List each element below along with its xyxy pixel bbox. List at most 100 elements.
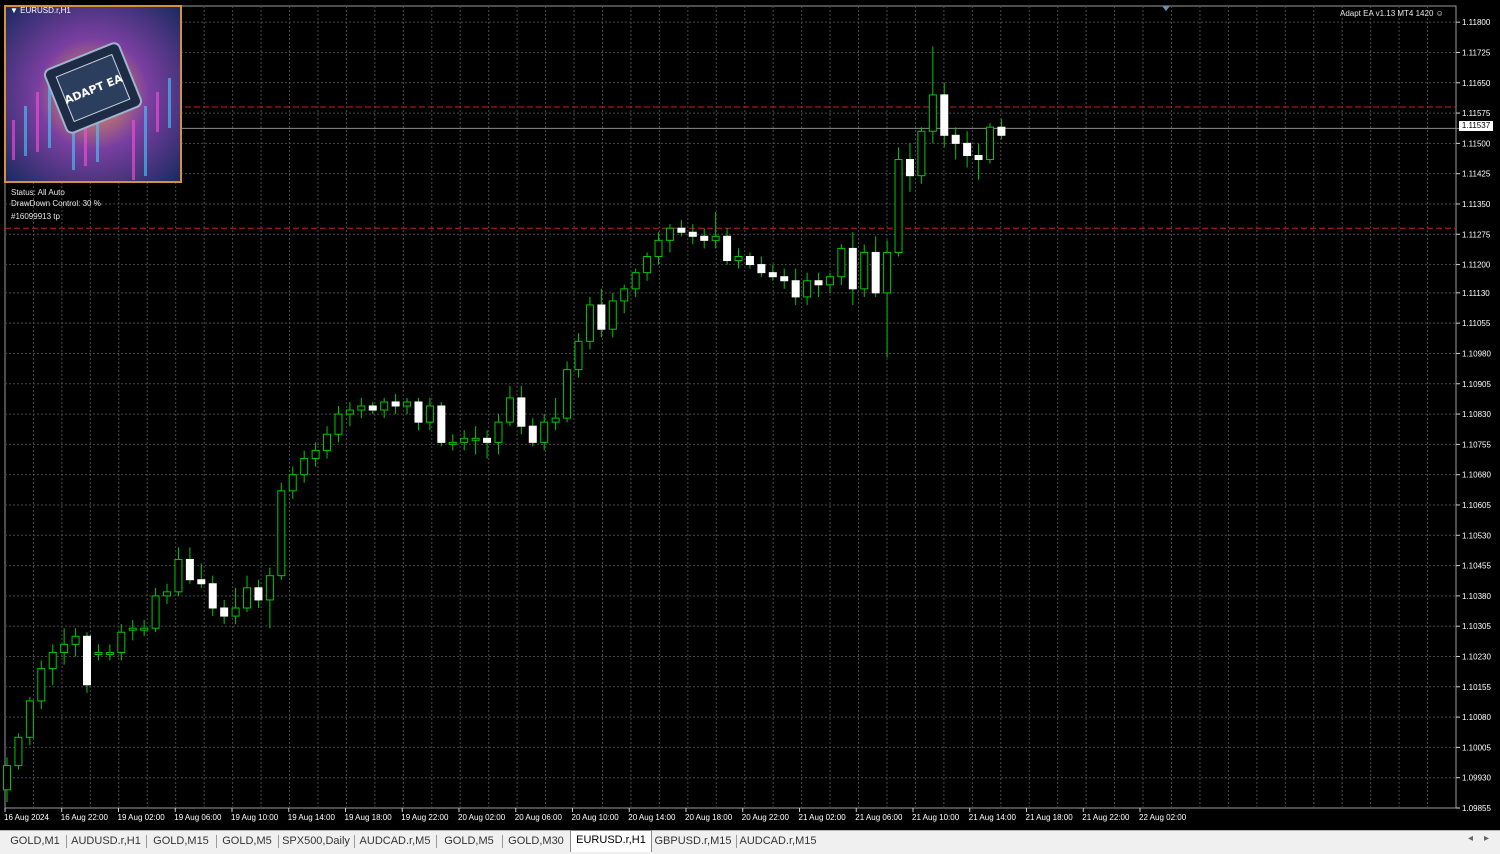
logo-circuit-bar: [12, 120, 15, 160]
candle-body: [608, 300, 617, 330]
chart-tab[interactable]: GOLD,M15: [146, 832, 216, 850]
bear-candle: [974, 143, 983, 180]
bull-candle: [654, 232, 663, 265]
price-label: 1.10680: [1462, 471, 1491, 480]
bull-candle: [608, 292, 617, 338]
candle-body: [825, 276, 834, 286]
bull-candle: [265, 567, 274, 629]
bull-candle: [403, 397, 412, 415]
chart-tab[interactable]: GOLD,M5: [436, 832, 502, 850]
bull-candle: [71, 628, 80, 657]
candle-body: [905, 159, 914, 177]
chart-tab[interactable]: AUDUSD.r,H1: [66, 832, 146, 850]
candle-body: [665, 227, 674, 241]
candle-body: [220, 607, 229, 617]
price-label: 1.10455: [1462, 562, 1491, 571]
chart-tab[interactable]: AUDCAD.r,M5: [354, 832, 436, 850]
bull-candle: [128, 620, 137, 641]
bear-candle: [997, 119, 1006, 140]
price-chart[interactable]: 1.11800 1.11725 1.11650 1.11575 1.11500 1.114…: [0, 0, 1500, 830]
candle-body: [71, 635, 80, 645]
candle-body: [174, 559, 183, 593]
candle-body: [585, 304, 594, 342]
bull-candle: [300, 450, 309, 483]
tab-scroll-right-icon[interactable]: ▸: [1484, 833, 1489, 844]
ea-label-text: Adapt EA v1.13 MT4 1420: [1340, 9, 1434, 18]
price-label: 1.10380: [1462, 592, 1491, 601]
candle-body: [368, 405, 377, 411]
drawdown-text: DrawDown Control: 30 %: [11, 199, 101, 208]
candle-body: [37, 668, 46, 702]
candle-body: [163, 591, 172, 597]
candle-body: [300, 458, 309, 476]
bull-candle: [151, 587, 160, 633]
candle-body: [505, 397, 514, 423]
bull-candle: [643, 252, 652, 281]
candle-body: [437, 405, 446, 443]
bear-candle: [848, 232, 857, 305]
price-label: 1.10230: [1462, 652, 1491, 661]
time-label: 19 Aug 14:00: [288, 813, 336, 822]
shift-marker-icon[interactable]: [1162, 6, 1170, 11]
bull-candle: [540, 414, 549, 451]
price-label: 1.11725: [1462, 48, 1491, 57]
bear-candle: [414, 397, 423, 431]
candle-body: [243, 587, 252, 609]
bull-candle: [494, 414, 503, 455]
chart-tab-bar: GOLD,M1 AUDUSD.r,H1 GOLD,M15 GOLD,M5 SPX500,…: [0, 830, 1500, 854]
time-label: 19 Aug 22:00: [401, 813, 449, 822]
candle-body: [403, 401, 412, 407]
candle-body: [780, 276, 789, 282]
candle-body: [631, 272, 640, 290]
time-label: 20 Aug 06:00: [515, 813, 563, 822]
chart-tab[interactable]: GOLD,M1: [4, 832, 66, 850]
candle-body: [140, 627, 149, 631]
chart-tab[interactable]: GOLD,M5: [216, 832, 278, 850]
tab-scroll-left-icon[interactable]: ◂: [1468, 833, 1473, 844]
bull-candle: [917, 127, 926, 184]
candle-body: [311, 449, 320, 460]
candle-body: [60, 643, 69, 653]
collapse-triangle-icon[interactable]: ▼: [10, 6, 20, 15]
candle-body: [94, 651, 103, 655]
bull-candle: [883, 240, 892, 358]
price-label: 1.09930: [1462, 774, 1491, 783]
price-label: 1.10755: [1462, 440, 1491, 449]
candle-body: [745, 255, 754, 266]
bear-candle: [768, 264, 777, 281]
bull-candle: [277, 482, 286, 580]
chart-tab[interactable]: GOLD,M30: [502, 832, 570, 850]
candle-body: [25, 700, 34, 738]
bear-candle: [437, 401, 446, 447]
chart-grid: [4, 5, 1457, 809]
time-label: 22 Aug 02:00: [1139, 813, 1187, 822]
candle-body: [803, 280, 812, 298]
candle-body: [963, 142, 972, 156]
candle-body: [734, 255, 743, 262]
logo-circuit-bar: [156, 92, 159, 132]
bull-candle: [471, 426, 480, 455]
candle-body: [540, 421, 549, 443]
price-label: 1.11055: [1462, 319, 1491, 328]
chart-tab[interactable]: AUDCAD.r,M15: [736, 832, 820, 850]
chart-tab[interactable]: EURUSD.r,H1: [570, 830, 652, 852]
candle-body: [414, 401, 423, 423]
time-label: 19 Aug 02:00: [118, 813, 166, 822]
candle-body: [83, 635, 92, 686]
price-label: 1.10980: [1462, 349, 1491, 358]
price-label: 1.11350: [1462, 200, 1491, 209]
time-label: 21 Aug 14:00: [969, 813, 1017, 822]
candle-body: [334, 413, 343, 435]
chart-window[interactable]: 1.11800 1.11725 1.11650 1.11575 1.11500 1.114…: [0, 0, 1500, 830]
chart-tab[interactable]: GBPUSD.r,M15: [650, 832, 736, 850]
chart-tab[interactable]: SPX500,Daily: [278, 832, 354, 850]
candle-body: [917, 130, 926, 177]
candle-body: [425, 405, 434, 423]
candle-body: [951, 134, 960, 144]
bull-candle: [243, 575, 252, 613]
candle-body: [791, 280, 800, 298]
time-label: 20 Aug 10:00: [572, 813, 620, 822]
candle-body: [837, 247, 846, 278]
bull-candle: [734, 248, 743, 269]
bear-candle: [528, 418, 537, 447]
